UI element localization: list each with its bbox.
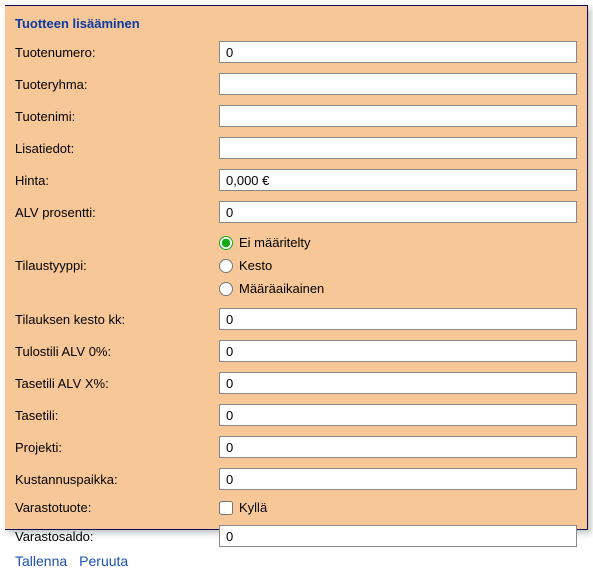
kustannuspaikka-label: Kustannuspaikka: [15, 472, 215, 487]
tasetili-alvx-label: Tasetili ALV X%: [15, 376, 215, 391]
hinta-label: Hinta: [15, 173, 215, 188]
save-button[interactable]: Tallenna [15, 553, 67, 569]
tilaustyyppi-radio-kesto[interactable] [219, 259, 233, 273]
lisatiedot-input[interactable] [219, 137, 577, 159]
tilaustyyppi-radio-label: Ei määritelty [239, 235, 311, 250]
alv-prosentti-input[interactable] [219, 201, 577, 223]
add-product-panel: Tuotteen lisääminen Tuotenumero: Tuotery… [5, 5, 588, 530]
tuotenumero-label: Tuotenumero: [15, 45, 215, 60]
tuotenimi-label: Tuotenimi: [15, 109, 215, 124]
tasetili-label: Tasetili: [15, 408, 215, 423]
varastotuote-field: Kyllä [219, 500, 577, 515]
tasetili-alvx-input[interactable] [219, 372, 577, 394]
projekti-input[interactable] [219, 436, 577, 458]
kustannuspaikka-input[interactable] [219, 468, 577, 490]
varastotuote-checkbox[interactable] [219, 501, 233, 515]
alv-prosentti-label: ALV prosentti: [15, 205, 215, 220]
tilaustyyppi-radio-group: Ei määritelty Kesto Määräaikainen [219, 233, 577, 298]
tilaustyyppi-label: Tilaustyyppi: [15, 258, 215, 273]
tilaustyyppi-option-ei-maaritelty[interactable]: Ei määritelty [219, 235, 577, 250]
tilaustyyppi-radio-label: Kesto [239, 258, 272, 273]
varastotuote-label: Varastotuote: [15, 500, 215, 515]
tasetili-input[interactable] [219, 404, 577, 426]
varastosaldo-input[interactable] [219, 525, 577, 547]
projekti-label: Projekti: [15, 440, 215, 455]
tilaustyyppi-option-maaraaikainen[interactable]: Määräaikainen [219, 281, 577, 296]
tuoteryhma-label: Tuoteryhma: [15, 77, 215, 92]
tuotenumero-input[interactable] [219, 41, 577, 63]
lisatiedot-label: Lisatiedot: [15, 141, 215, 156]
cancel-button[interactable]: Peruuta [79, 553, 128, 569]
varastotuote-checkbox-label: Kyllä [239, 500, 267, 515]
tulostili-alv0-label: Tulostili ALV 0%: [15, 344, 215, 359]
tulostili-alv0-input[interactable] [219, 340, 577, 362]
tilaustyyppi-option-kesto[interactable]: Kesto [219, 258, 577, 273]
tuotenimi-input[interactable] [219, 105, 577, 127]
form-grid: Tuotenumero: Tuoteryhma: Tuotenimi: Lisa… [15, 41, 577, 547]
tilaustyyppi-radio-label: Määräaikainen [239, 281, 324, 296]
varastosaldo-label: Varastosaldo: [15, 529, 215, 544]
panel-title: Tuotteen lisääminen [15, 16, 577, 31]
tuoteryhma-input[interactable] [219, 73, 577, 95]
action-bar: Tallenna Peruuta [15, 553, 577, 569]
hinta-input[interactable] [219, 169, 577, 191]
tilauksen-kesto-input[interactable] [219, 308, 577, 330]
tilauksen-kesto-label: Tilauksen kesto kk: [15, 312, 215, 327]
tilaustyyppi-radio-ei-maaritelty[interactable] [219, 236, 233, 250]
tilaustyyppi-radio-maaraaikainen[interactable] [219, 282, 233, 296]
